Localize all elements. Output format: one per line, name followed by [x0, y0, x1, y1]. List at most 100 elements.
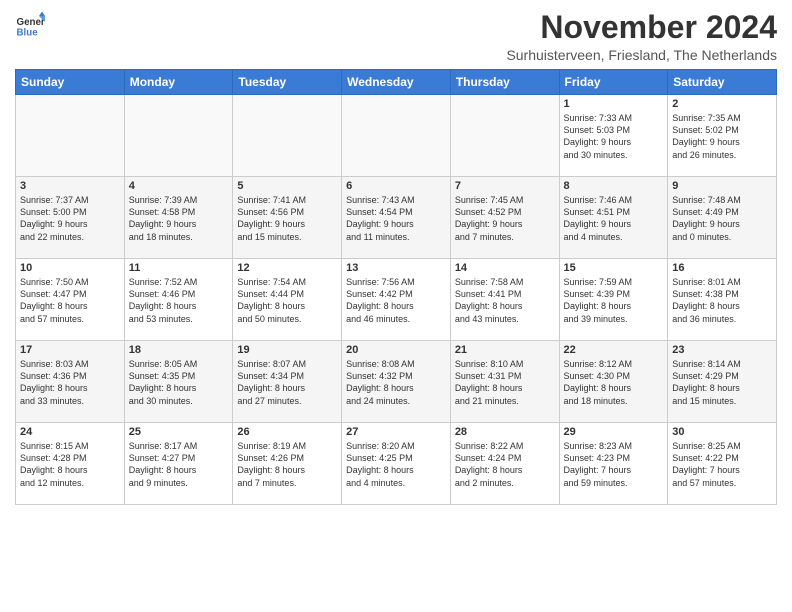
calendar-cell: [16, 95, 125, 177]
logo-icon: General Blue: [15, 10, 45, 40]
calendar-cell: 12 Sunrise: 7:54 AM Sunset: 4:44 PM Dayli…: [233, 259, 342, 341]
day-number: 8: [564, 180, 664, 192]
svg-text:General: General: [17, 17, 46, 28]
day-info: Sunrise: 7:45 AM Sunset: 4:52 PM Dayligh…: [455, 194, 555, 243]
calendar-week-row: 3 Sunrise: 7:37 AM Sunset: 5:00 PM Daylig…: [16, 177, 777, 259]
day-number: 28: [455, 426, 555, 438]
weekday-header-row: SundayMondayTuesdayWednesdayThursdayFrid…: [16, 70, 777, 95]
calendar-cell: 4 Sunrise: 7:39 AM Sunset: 4:58 PM Daylig…: [124, 177, 233, 259]
calendar-cell: 20 Sunrise: 8:08 AM Sunset: 4:32 PM Dayli…: [342, 341, 451, 423]
calendar-cell: [450, 95, 559, 177]
day-number: 18: [129, 344, 229, 356]
day-number: 15: [564, 262, 664, 274]
calendar-cell: 15 Sunrise: 7:59 AM Sunset: 4:39 PM Dayli…: [559, 259, 668, 341]
day-info: Sunrise: 8:10 AM Sunset: 4:31 PM Dayligh…: [455, 358, 555, 407]
calendar-cell: 5 Sunrise: 7:41 AM Sunset: 4:56 PM Daylig…: [233, 177, 342, 259]
weekday-header: Tuesday: [233, 70, 342, 95]
day-info: Sunrise: 7:37 AM Sunset: 5:00 PM Dayligh…: [20, 194, 120, 243]
calendar-cell: 30Sunrise: 8:25 AM Sunset: 4:22 PM Dayli…: [668, 423, 777, 505]
calendar-cell: [124, 95, 233, 177]
day-info: Sunrise: 8:08 AM Sunset: 4:32 PM Dayligh…: [346, 358, 446, 407]
weekday-header: Friday: [559, 70, 668, 95]
calendar-week-row: 1 Sunrise: 7:33 AM Sunset: 5:03 PM Daylig…: [16, 95, 777, 177]
header-section: General Blue November 2024 Surhuistervee…: [15, 10, 777, 63]
day-info: Sunrise: 7:46 AM Sunset: 4:51 PM Dayligh…: [564, 194, 664, 243]
day-number: 21: [455, 344, 555, 356]
day-info: Sunrise: 8:05 AM Sunset: 4:35 PM Dayligh…: [129, 358, 229, 407]
day-number: 4: [129, 180, 229, 192]
calendar-cell: 23 Sunrise: 8:14 AM Sunset: 4:29 PM Dayli…: [668, 341, 777, 423]
day-info: Sunrise: 8:19 AM Sunset: 4:26 PM Dayligh…: [237, 440, 337, 489]
day-number: 10: [20, 262, 120, 274]
calendar-cell: 26 Sunrise: 8:19 AM Sunset: 4:26 PM Dayli…: [233, 423, 342, 505]
day-number: 25: [129, 426, 229, 438]
calendar-cell: 13 Sunrise: 7:56 AM Sunset: 4:42 PM Dayli…: [342, 259, 451, 341]
day-info: Sunrise: 7:48 AM Sunset: 4:49 PM Dayligh…: [672, 194, 772, 243]
day-info: Sunrise: 8:25 AM Sunset: 4:22 PM Dayligh…: [672, 440, 772, 489]
calendar-week-row: 17Sunrise: 8:03 AM Sunset: 4:36 PM Dayli…: [16, 341, 777, 423]
day-number: 22: [564, 344, 664, 356]
calendar-cell: 2 Sunrise: 7:35 AM Sunset: 5:02 PM Daylig…: [668, 95, 777, 177]
calendar-cell: 29Sunrise: 8:23 AM Sunset: 4:23 PM Dayli…: [559, 423, 668, 505]
day-number: 9: [672, 180, 772, 192]
calendar-cell: 9 Sunrise: 7:48 AM Sunset: 4:49 PM Daylig…: [668, 177, 777, 259]
calendar-cell: 21 Sunrise: 8:10 AM Sunset: 4:31 PM Dayli…: [450, 341, 559, 423]
day-info: Sunrise: 7:43 AM Sunset: 4:54 PM Dayligh…: [346, 194, 446, 243]
day-info: Sunrise: 7:39 AM Sunset: 4:58 PM Dayligh…: [129, 194, 229, 243]
day-number: 7: [455, 180, 555, 192]
day-info: Sunrise: 8:03 AM Sunset: 4:36 PM Dayligh…: [20, 358, 120, 407]
day-info: Sunrise: 8:12 AM Sunset: 4:30 PM Dayligh…: [564, 358, 664, 407]
page-container: General Blue November 2024 Surhuistervee…: [0, 0, 792, 513]
month-title: November 2024: [506, 10, 777, 45]
calendar-cell: 6Sunrise: 7:43 AM Sunset: 4:54 PM Daylig…: [342, 177, 451, 259]
day-info: Sunrise: 8:14 AM Sunset: 4:29 PM Dayligh…: [672, 358, 772, 407]
day-info: Sunrise: 7:54 AM Sunset: 4:44 PM Dayligh…: [237, 276, 337, 325]
calendar-cell: [342, 95, 451, 177]
day-info: Sunrise: 8:17 AM Sunset: 4:27 PM Dayligh…: [129, 440, 229, 489]
day-number: 19: [237, 344, 337, 356]
day-info: Sunrise: 7:59 AM Sunset: 4:39 PM Dayligh…: [564, 276, 664, 325]
calendar-cell: 19 Sunrise: 8:07 AM Sunset: 4:34 PM Dayli…: [233, 341, 342, 423]
day-number: 24: [20, 426, 120, 438]
calendar-cell: 8 Sunrise: 7:46 AM Sunset: 4:51 PM Daylig…: [559, 177, 668, 259]
day-number: 2: [672, 98, 772, 110]
calendar-cell: 22 Sunrise: 8:12 AM Sunset: 4:30 PM Dayli…: [559, 341, 668, 423]
day-number: 16: [672, 262, 772, 274]
calendar-cell: 28 Sunrise: 8:22 AM Sunset: 4:24 PM Dayli…: [450, 423, 559, 505]
calendar-cell: 11Sunrise: 7:52 AM Sunset: 4:46 PM Dayli…: [124, 259, 233, 341]
day-info: Sunrise: 7:58 AM Sunset: 4:41 PM Dayligh…: [455, 276, 555, 325]
calendar-cell: 3 Sunrise: 7:37 AM Sunset: 5:00 PM Daylig…: [16, 177, 125, 259]
calendar-cell: 10 Sunrise: 7:50 AM Sunset: 4:47 PM Dayli…: [16, 259, 125, 341]
day-info: Sunrise: 8:22 AM Sunset: 4:24 PM Dayligh…: [455, 440, 555, 489]
day-info: Sunrise: 7:50 AM Sunset: 4:47 PM Dayligh…: [20, 276, 120, 325]
day-number: 26: [237, 426, 337, 438]
day-number: 5: [237, 180, 337, 192]
day-number: 3: [20, 180, 120, 192]
location-subtitle: Surhuisterveen, Friesland, The Netherlan…: [506, 47, 777, 63]
day-number: 20: [346, 344, 446, 356]
day-info: Sunrise: 7:41 AM Sunset: 4:56 PM Dayligh…: [237, 194, 337, 243]
weekday-header: Monday: [124, 70, 233, 95]
day-number: 13: [346, 262, 446, 274]
calendar-cell: 27Sunrise: 8:20 AM Sunset: 4:25 PM Dayli…: [342, 423, 451, 505]
calendar-cell: 17Sunrise: 8:03 AM Sunset: 4:36 PM Dayli…: [16, 341, 125, 423]
calendar-cell: 1 Sunrise: 7:33 AM Sunset: 5:03 PM Daylig…: [559, 95, 668, 177]
day-number: 27: [346, 426, 446, 438]
day-number: 12: [237, 262, 337, 274]
day-number: 23: [672, 344, 772, 356]
weekday-header: Thursday: [450, 70, 559, 95]
calendar-week-row: 24Sunrise: 8:15 AM Sunset: 4:28 PM Dayli…: [16, 423, 777, 505]
day-number: 14: [455, 262, 555, 274]
day-info: Sunrise: 8:01 AM Sunset: 4:38 PM Dayligh…: [672, 276, 772, 325]
day-info: Sunrise: 8:07 AM Sunset: 4:34 PM Dayligh…: [237, 358, 337, 407]
day-number: 1: [564, 98, 664, 110]
day-info: Sunrise: 7:35 AM Sunset: 5:02 PM Dayligh…: [672, 112, 772, 161]
weekday-header: Saturday: [668, 70, 777, 95]
calendar-cell: 16 Sunrise: 8:01 AM Sunset: 4:38 PM Dayli…: [668, 259, 777, 341]
day-info: Sunrise: 7:33 AM Sunset: 5:03 PM Dayligh…: [564, 112, 664, 161]
calendar-cell: 14 Sunrise: 7:58 AM Sunset: 4:41 PM Dayli…: [450, 259, 559, 341]
weekday-header: Wednesday: [342, 70, 451, 95]
day-info: Sunrise: 7:56 AM Sunset: 4:42 PM Dayligh…: [346, 276, 446, 325]
day-number: 29: [564, 426, 664, 438]
calendar-cell: 18 Sunrise: 8:05 AM Sunset: 4:35 PM Dayli…: [124, 341, 233, 423]
